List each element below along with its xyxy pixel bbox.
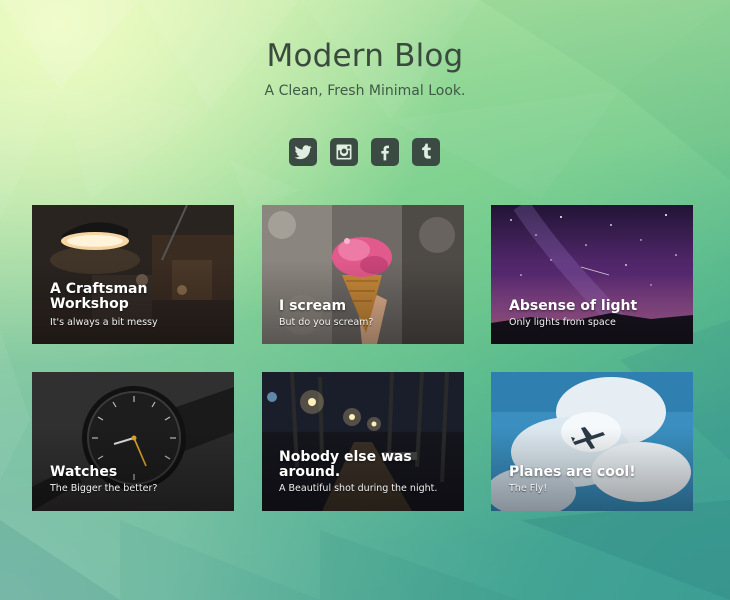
post-title: Absense of light [509, 298, 638, 314]
post-title: A Craftsman Workshop [50, 281, 148, 312]
post-card[interactable]: Watches The Bigger the better? [32, 372, 234, 511]
post-subtitle: But do you scream? [279, 317, 374, 328]
post-card[interactable]: I scream But do you scream? [262, 205, 464, 344]
post-title: I scream [279, 298, 347, 314]
post-card[interactable]: Nobody else was around. A Beautiful shot… [262, 372, 464, 511]
post-subtitle: The Fly! [509, 483, 548, 494]
post-card[interactable]: Planes are cool! The Fly! [491, 372, 693, 511]
post-card[interactable]: Absense of light Only lights from space [491, 205, 693, 344]
post-subtitle: Only lights from space [509, 317, 616, 328]
post-title: Planes are cool! [509, 464, 636, 480]
post-subtitle: A Beautiful shot during the night. [279, 483, 438, 494]
post-subtitle: The Bigger the better? [50, 483, 158, 494]
post-title: Nobody else was around. [279, 449, 412, 480]
post-subtitle: It's always a bit messy [50, 317, 158, 328]
post-grid: A Craftsman Workshop It's always a bit m… [0, 0, 730, 600]
post-card[interactable]: A Craftsman Workshop It's always a bit m… [32, 205, 234, 344]
post-title: Watches [50, 464, 118, 480]
